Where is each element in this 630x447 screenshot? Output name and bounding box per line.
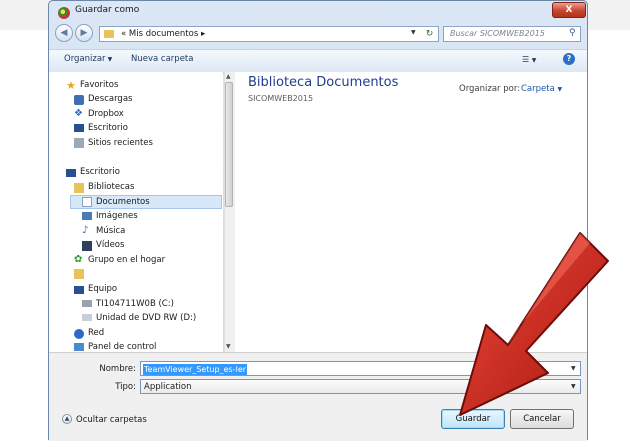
hard-drive-icon [82, 300, 92, 307]
arrange-by-dropdown[interactable]: Carpeta ▼ [521, 84, 562, 94]
libraries-icon [74, 183, 84, 193]
nav-item-homegroup[interactable]: Grupo en el hogar [88, 255, 165, 265]
computer-icon [74, 286, 84, 294]
breadcrumb-chevron-icon[interactable]: ▸ [201, 29, 205, 39]
arrange-by-value: Carpeta [521, 84, 555, 94]
images-icon [82, 212, 92, 220]
filetype-value: Application [144, 382, 192, 392]
nav-item-favorites[interactable]: Favoritos [80, 80, 118, 90]
star-icon: ★ [66, 79, 76, 92]
nav-item-network[interactable]: Red [88, 328, 104, 338]
refresh-icon[interactable]: ↻ [422, 27, 437, 41]
nav-item-videos[interactable]: Vídeos [96, 240, 124, 250]
breadcrumb-prefix: « [121, 29, 127, 39]
nav-item-music[interactable]: Música [96, 226, 125, 236]
network-icon [74, 329, 84, 339]
nav-item-dropbox[interactable]: Dropbox [88, 109, 124, 119]
dvd-drive-icon [82, 314, 92, 321]
organize-menu[interactable]: Organizar ▼ [64, 54, 112, 64]
nav-item-control-panel[interactable]: Panel de control [88, 342, 156, 352]
filename-label: Nombre: [99, 364, 136, 374]
recent-places-icon [74, 138, 84, 148]
hide-folders-button[interactable]: Ocultar carpetas [76, 415, 147, 425]
nav-item-drive-d[interactable]: Unidad de DVD RW (D:) [96, 313, 196, 323]
nav-item-drive-c[interactable]: TI104711W0B (C:) [96, 299, 174, 309]
nav-item-computer[interactable]: Equipo [88, 284, 117, 294]
nav-scrollbar-thumb[interactable] [225, 82, 233, 207]
help-icon[interactable]: ? [563, 53, 575, 65]
arrange-by-label: Organizar por: [459, 84, 521, 94]
back-button[interactable]: ◀ [55, 24, 73, 42]
scroll-down-icon[interactable]: ▼ [226, 343, 231, 350]
nav-item-recent-places[interactable]: Sitios recientes [88, 138, 153, 148]
breadcrumb-mis-documentos[interactable]: Mis documentos [129, 29, 198, 39]
downloads-icon [74, 95, 84, 105]
nav-item-desktop-favorite[interactable]: Escritorio [88, 123, 128, 133]
nav-item-downloads[interactable]: Descargas [88, 94, 132, 104]
folder-icon [104, 30, 114, 38]
dropbox-icon: ❖ [74, 108, 83, 119]
chevron-down-icon: ▼ [557, 86, 563, 93]
nav-item-images[interactable]: Imágenes [96, 211, 138, 221]
address-dropdown-icon[interactable]: ▼ [411, 29, 416, 36]
music-icon: ♪ [82, 225, 89, 236]
red-arrow-annotation [459, 232, 609, 416]
library-title: Biblioteca Documentos [248, 75, 399, 90]
search-placeholder: Buscar SICOMWEB2015 [450, 29, 545, 38]
documents-icon [82, 197, 92, 207]
new-folder-button[interactable]: Nueva carpeta [131, 54, 193, 64]
homegroup-icon: ✿ [74, 254, 83, 265]
command-bar [49, 49, 587, 73]
filename-value[interactable]: TeamViewer_Setup_es-ler [143, 364, 248, 375]
breadcrumb[interactable]: « Mis documentos ▸ [121, 29, 205, 39]
forward-button[interactable]: ▶ [75, 24, 93, 42]
nav-item-documents[interactable]: Documentos [96, 197, 150, 207]
chrome-icon [58, 7, 70, 19]
control-panel-icon [74, 343, 84, 351]
filetype-label: Tipo: [115, 382, 136, 392]
folder-icon [74, 269, 84, 279]
chevron-down-icon: ▼ [107, 56, 113, 63]
close-button[interactable]: X [552, 2, 586, 18]
nav-item-desktop[interactable]: Escritorio [80, 167, 120, 177]
library-subtitle: SICOMWEB2015 [248, 94, 314, 103]
window-title: Guardar como [75, 5, 140, 15]
scroll-up-icon[interactable]: ▲ [226, 73, 231, 80]
view-options-button[interactable]: ☰ ▼ [522, 55, 536, 64]
videos-icon [82, 241, 92, 251]
search-icon[interactable]: ⚲ [569, 28, 576, 38]
collapse-icon[interactable]: ▲ [62, 414, 72, 424]
nav-item-libraries[interactable]: Bibliotecas [88, 182, 134, 192]
organize-label: Organizar [64, 54, 106, 64]
desktop-icon [74, 124, 84, 132]
desktop-icon [66, 169, 76, 177]
